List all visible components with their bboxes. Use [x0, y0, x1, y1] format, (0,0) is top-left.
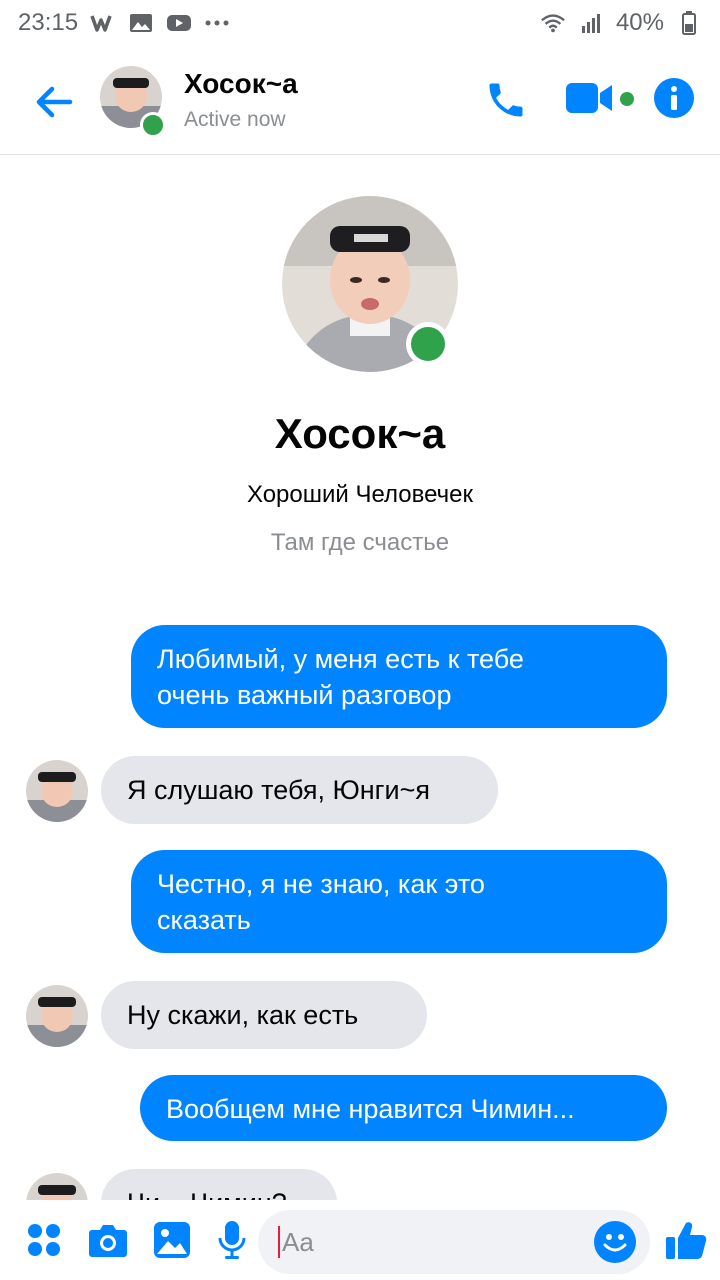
emoji-icon[interactable]	[594, 1221, 636, 1263]
presence-status: Active now	[184, 108, 286, 131]
thumbs-up-icon[interactable]	[664, 1218, 708, 1262]
message-bubble-incoming[interactable]: Чи... Чимин?	[101, 1169, 337, 1200]
status-bar: 23:15 40%	[0, 0, 720, 46]
message-line: Я слушаю тебя, Юнги~я	[127, 775, 430, 805]
wifi-icon	[540, 12, 566, 34]
message-line: Честно, я не знаю, как это	[157, 869, 485, 899]
profile-location: Там где счастье	[270, 529, 450, 556]
more-notifications-icon	[204, 12, 230, 34]
message-line: Любимый, у меня есть к тебе	[157, 644, 524, 674]
message-list[interactable]: Любимый, у меня есть к тебе очень важный…	[0, 600, 720, 1200]
status-time: 23:15	[18, 9, 79, 36]
profile-name: Хосок~a	[274, 410, 446, 457]
message-line: сказать	[157, 905, 251, 935]
battery-icon	[676, 11, 702, 35]
profile-subtitle: Хороший Человечек	[246, 481, 474, 508]
battery-percentage: 40%	[615, 9, 664, 36]
message-line: очень важный разговор	[157, 680, 452, 710]
sender-avatar[interactable]	[26, 985, 88, 1047]
message-bubble-outgoing[interactable]: Честно, я не знаю, как это сказать	[131, 850, 667, 953]
composer-bar: Aa	[0, 1200, 720, 1280]
message-line: Ну скажи, как есть	[127, 1000, 359, 1030]
text-caret	[278, 1226, 280, 1258]
sender-avatar[interactable]	[26, 760, 88, 822]
signal-icon	[578, 12, 604, 34]
message-input[interactable]: Aa	[258, 1210, 650, 1274]
w-app-icon	[90, 12, 116, 34]
contact-name[interactable]: Хосок~a	[184, 68, 298, 100]
camera-icon[interactable]	[88, 1220, 128, 1260]
gallery-icon[interactable]	[152, 1220, 192, 1260]
info-icon[interactable]	[654, 78, 694, 118]
back-arrow-icon[interactable]	[30, 78, 78, 126]
message-bubble-incoming[interactable]: Ну скажи, как есть	[101, 981, 427, 1049]
online-indicator-large	[406, 322, 450, 366]
message-bubble-outgoing[interactable]: Любимый, у меня есть к тебе очень важный…	[131, 625, 667, 728]
message-bubble-outgoing[interactable]: Вообщем мне нравится Чимин...	[140, 1075, 667, 1141]
message-line: Чи... Чимин?	[127, 1185, 311, 1200]
microphone-icon[interactable]	[212, 1220, 252, 1260]
apps-icon[interactable]	[24, 1220, 64, 1260]
video-active-indicator	[620, 92, 634, 106]
gallery-notification-icon	[128, 12, 154, 34]
message-bubble-incoming[interactable]: Я слушаю тебя, Юнги~я	[101, 756, 498, 824]
online-indicator	[140, 112, 166, 138]
message-input-placeholder: Aa	[282, 1227, 314, 1257]
youtube-notification-icon	[166, 12, 192, 34]
phone-icon[interactable]	[484, 78, 528, 122]
sender-avatar[interactable]	[26, 1173, 88, 1200]
conversation-header: Хосок~a Active now	[0, 46, 720, 155]
video-camera-icon[interactable]	[566, 80, 618, 116]
message-line: Вообщем мне нравится Чимин...	[166, 1094, 575, 1124]
